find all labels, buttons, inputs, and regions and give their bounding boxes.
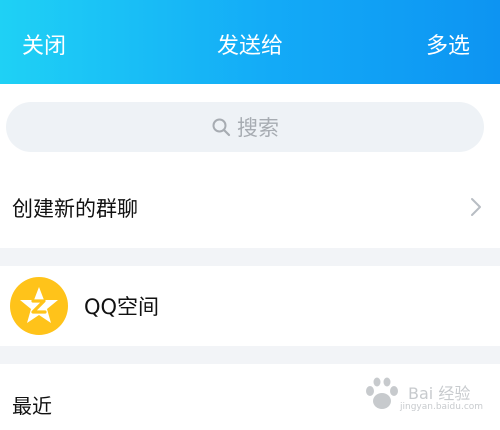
chevron-right-icon (471, 198, 481, 216)
search-icon (212, 118, 231, 137)
search-placeholder: 搜索 (237, 116, 279, 140)
top-bar: 关闭 发送给 多选 (0, 0, 500, 84)
watermark-text: Bai 经验 (408, 384, 471, 403)
section-divider (0, 346, 500, 364)
multi-select-button[interactable]: 多选 (426, 32, 470, 62)
recent-section-title: 最近 (12, 394, 52, 418)
baidu-watermark: Bai 经验 jingyan.baidu.com (358, 372, 483, 418)
create-group-chat-label: 创建新的群聊 (12, 197, 138, 221)
watermark-url: jingyan.baidu.com (400, 402, 484, 412)
paw-logo-icon (366, 377, 398, 409)
qzone-item[interactable]: QQ空间 (0, 266, 500, 346)
qzone-label: QQ空间 (84, 295, 160, 319)
create-group-chat-item[interactable]: 创建新的群聊 (0, 168, 500, 248)
search-input[interactable]: 搜索 (6, 102, 484, 152)
qzone-star-icon (10, 277, 68, 335)
section-divider (0, 248, 500, 266)
search-section: 搜索 (0, 84, 500, 168)
